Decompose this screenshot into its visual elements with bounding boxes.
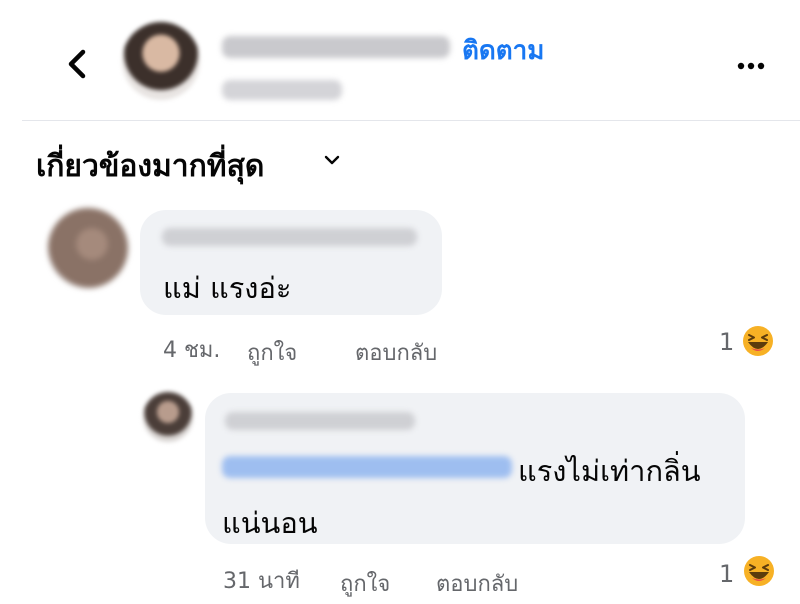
comment-timestamp[interactable]: 4 ชม. xyxy=(163,332,220,367)
page-avatar[interactable] xyxy=(122,22,200,100)
mention-tag-blurred[interactable] xyxy=(222,456,512,478)
comment-sort-label[interactable]: เกี่ยวข้องมากที่สุด xyxy=(36,143,264,190)
page-name-blurred xyxy=(222,36,450,58)
follow-button[interactable]: ติดตาม xyxy=(462,30,544,71)
chevron-down-icon[interactable] xyxy=(322,150,342,170)
chevron-left-icon[interactable] xyxy=(58,44,98,84)
reply-text-line1: แรงไม่เท่ากลิ่น xyxy=(518,454,701,488)
header-divider xyxy=(22,120,800,121)
reaction-count[interactable]: 1 xyxy=(719,328,734,356)
like-button[interactable]: ถูกใจ xyxy=(340,566,390,601)
reply-text-line2: แน่นอน xyxy=(222,506,318,540)
more-horizontal-icon[interactable] xyxy=(731,50,771,80)
like-button[interactable]: ถูกใจ xyxy=(247,335,297,370)
reply-author-name-blurred[interactable] xyxy=(225,412,415,430)
post-meta-blurred xyxy=(222,80,342,100)
commenter-avatar[interactable] xyxy=(48,208,128,288)
laughing-emoji-icon[interactable] xyxy=(742,554,776,588)
laughing-emoji-icon[interactable] xyxy=(741,324,775,358)
reaction-count[interactable]: 1 xyxy=(719,560,734,588)
comment-text: แม่ แรงอ่ะ xyxy=(163,271,292,305)
reply-button[interactable]: ตอบกลับ xyxy=(436,566,518,601)
reply-timestamp[interactable]: 31 นาที xyxy=(223,563,300,598)
reply-button[interactable]: ตอบกลับ xyxy=(355,335,437,370)
reply-author-avatar[interactable] xyxy=(143,392,193,442)
commenter-name-blurred[interactable] xyxy=(162,228,417,246)
